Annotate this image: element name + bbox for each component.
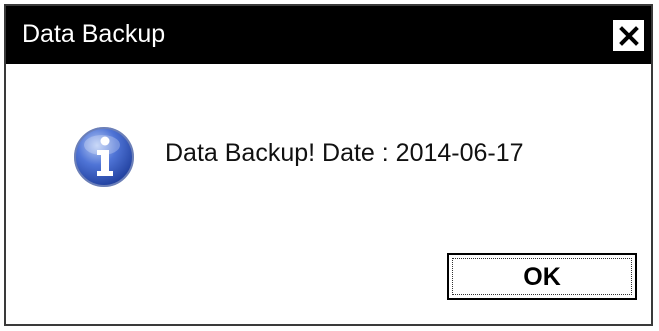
- window-title: Data Backup: [22, 20, 166, 48]
- ok-focus-rect: OK: [452, 258, 632, 295]
- close-button[interactable]: [613, 20, 644, 51]
- close-icon: [618, 25, 639, 46]
- info-icon: [72, 125, 136, 189]
- ok-button-label: OK: [523, 262, 561, 291]
- title-bar[interactable]: Data Backup: [6, 6, 651, 64]
- dialog-message: Data Backup! Date : 2014-06-17: [165, 139, 524, 167]
- message-dialog: Data Backup Data Backup! Date: 2014-06-…: [4, 4, 653, 326]
- ok-button[interactable]: OK: [447, 253, 637, 300]
